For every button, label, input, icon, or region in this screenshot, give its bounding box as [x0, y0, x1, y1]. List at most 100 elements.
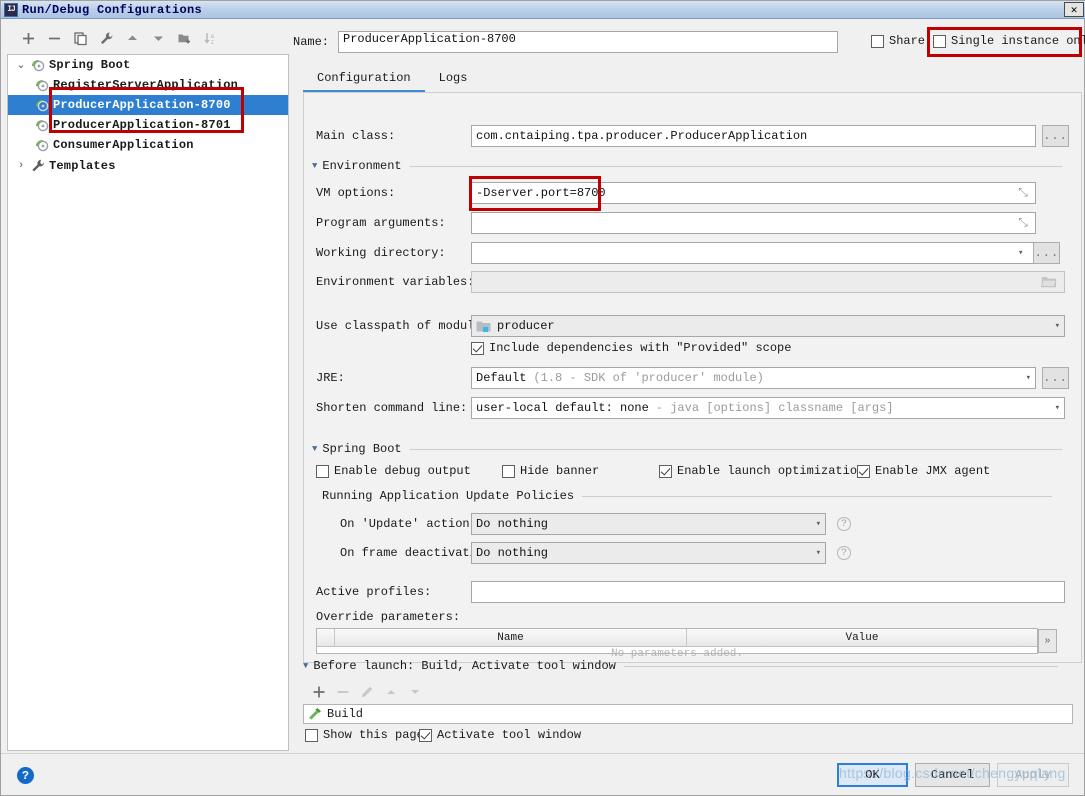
- program-arguments-expand-icon[interactable]: ⤡: [1014, 212, 1032, 234]
- tab-logs[interactable]: Logs: [425, 68, 482, 92]
- chevron-down-icon[interactable]: ▾: [1055, 403, 1060, 413]
- enable-debug-output-checkbox[interactable]: Enable debug output: [316, 464, 471, 478]
- show-this-page-checkbox[interactable]: Show this page: [305, 728, 424, 742]
- active-profiles-label: Active profiles:: [316, 585, 432, 599]
- override-parameters-table[interactable]: Name Value No parameters added. »: [316, 628, 1057, 660]
- include-provided-scope-checkbox[interactable]: Include dependencies with "Provided" sco…: [471, 341, 791, 355]
- vm-options-expand-icon[interactable]: ⤡: [1014, 182, 1032, 204]
- chevron-down-icon[interactable]: ▼: [312, 161, 317, 171]
- triangle-up-icon[interactable]: [119, 26, 145, 50]
- checkbox-box[interactable]: [659, 464, 672, 478]
- spring-boot-section-title: Spring Boot: [322, 442, 402, 456]
- folder-add-icon[interactable]: [171, 26, 197, 50]
- program-arguments-row: Program arguments: ⤡: [316, 212, 1036, 234]
- checkbox-box[interactable]: [419, 728, 432, 742]
- override-parameters-label: Override parameters:: [316, 610, 461, 624]
- chevron-down-icon[interactable]: ▾: [816, 548, 821, 558]
- enable-launch-optimization-label: Enable launch optimization: [677, 464, 865, 478]
- share-checkbox[interactable]: Share: [871, 34, 925, 48]
- tree-item-producerapplication-8701[interactable]: ProducerApplication-8701: [8, 115, 288, 135]
- tree-item-registerserverapplication[interactable]: RegisterServerApplication: [8, 75, 288, 95]
- add-configuration-button[interactable]: [15, 26, 41, 50]
- checkbox-box[interactable]: [871, 34, 884, 48]
- single-instance-only-label: Single instance only: [951, 34, 1085, 48]
- name-input[interactable]: ProducerApplication-8700: [338, 31, 838, 53]
- editor-tabs: Configuration Logs: [303, 67, 1082, 93]
- vm-options-input[interactable]: -Dserver.port=8700: [471, 182, 1036, 204]
- pencil-icon: [355, 681, 379, 703]
- tree-group-templates[interactable]: › Templates: [8, 156, 288, 176]
- on-update-action-help-icon[interactable]: ?: [837, 517, 851, 531]
- chevron-down-icon[interactable]: ▼: [303, 661, 308, 671]
- jre-browse-button[interactable]: ...: [1042, 367, 1069, 389]
- triangle-down-icon[interactable]: [145, 26, 171, 50]
- shorten-command-line-value: user-local default: none: [476, 401, 649, 415]
- on-frame-deactivation-help-icon[interactable]: ?: [837, 546, 851, 560]
- close-icon[interactable]: ✕: [1064, 2, 1084, 17]
- chevron-down-icon[interactable]: ▾: [1055, 321, 1060, 331]
- configurations-tree[interactable]: ⌄ Spring Boot RegisterServerApplication …: [7, 54, 289, 751]
- help-icon[interactable]: ?: [17, 767, 34, 784]
- before-launch-task-list[interactable]: Build: [303, 704, 1073, 724]
- section-divider: [582, 495, 1052, 497]
- wrench-icon[interactable]: [93, 26, 119, 50]
- chevron-down-icon[interactable]: ▾: [816, 519, 821, 529]
- spring-boot-section-header: ▼ Spring Boot: [312, 442, 1072, 456]
- jre-hint: (1.8 - SDK of 'producer' module): [533, 371, 764, 385]
- before-launch-section-title: Before launch: Build, Activate tool wind…: [313, 659, 616, 673]
- cancel-button[interactable]: Cancel: [915, 763, 990, 787]
- enable-launch-optimization-checkbox[interactable]: Enable launch optimization: [659, 464, 864, 478]
- program-arguments-label: Program arguments:: [316, 216, 446, 230]
- configuration-editor: Name: ProducerApplication-8700 Share Sin…: [293, 23, 1085, 753]
- tree-group-spring-boot[interactable]: ⌄ Spring Boot: [8, 55, 288, 75]
- enable-debug-output-label: Enable debug output: [334, 464, 471, 478]
- vm-options-label: VM options:: [316, 186, 396, 200]
- checkbox-box[interactable]: [305, 728, 318, 742]
- folder-icon[interactable]: [1041, 275, 1057, 289]
- checkbox-box[interactable]: [502, 464, 515, 478]
- checkbox-box[interactable]: [316, 464, 329, 478]
- sort-az-icon[interactable]: a z: [197, 26, 223, 50]
- tree-item-consumerapplication[interactable]: ConsumerApplication: [8, 135, 288, 155]
- override-parameters-value-header[interactable]: Value: [687, 629, 1037, 646]
- on-update-action-select[interactable]: Do nothing ▾: [471, 513, 826, 535]
- hide-banner-checkbox[interactable]: Hide banner: [502, 464, 599, 478]
- vm-options-row: VM options: -Dserver.port=8700 ⤡: [316, 182, 1036, 204]
- main-class-input[interactable]: com.cntaiping.tpa.producer.ProducerAppli…: [471, 125, 1036, 147]
- chevron-down-icon[interactable]: ▾: [1018, 248, 1023, 258]
- checkbox-box[interactable]: [857, 464, 870, 478]
- configurations-sidebar: a z ⌄ Spring Boot RegisterServerApplicat…: [5, 23, 290, 753]
- chevron-right-icon[interactable]: ›: [12, 160, 30, 172]
- chevron-down-icon[interactable]: ▾: [1026, 373, 1031, 383]
- working-directory-browse-button[interactable]: ...: [1033, 242, 1061, 264]
- active-profiles-input[interactable]: [471, 581, 1065, 603]
- before-launch-section-header: ▼ Before launch: Build, Activate tool wi…: [303, 659, 1068, 673]
- override-parameters-name-header[interactable]: Name: [335, 629, 687, 646]
- tab-configuration[interactable]: Configuration: [303, 68, 425, 92]
- copy-icon[interactable]: [67, 26, 93, 50]
- working-directory-input[interactable]: [471, 242, 1036, 264]
- checkbox-box[interactable]: [471, 341, 484, 355]
- hammer-icon: [308, 707, 322, 721]
- jre-select[interactable]: Default (1.8 - SDK of 'producer' module)…: [471, 367, 1036, 389]
- tree-item-producerapplication-8700[interactable]: ProducerApplication-8700: [8, 95, 288, 115]
- chevron-down-icon[interactable]: ▼: [312, 444, 317, 454]
- program-arguments-input[interactable]: [471, 212, 1036, 234]
- chevron-down-icon[interactable]: ⌄: [12, 58, 30, 72]
- remove-configuration-button[interactable]: [41, 26, 67, 50]
- shorten-command-line-row: Shorten command line: user-local default…: [316, 397, 1065, 419]
- override-parameters-expand-button[interactable]: »: [1038, 629, 1057, 653]
- ok-button[interactable]: OK: [837, 763, 908, 787]
- checkbox-box[interactable]: [933, 34, 946, 48]
- add-task-button[interactable]: [307, 681, 331, 703]
- enable-jmx-agent-checkbox[interactable]: Enable JMX agent: [857, 464, 990, 478]
- main-class-browse-button[interactable]: ...: [1042, 125, 1069, 147]
- environment-variables-input[interactable]: [471, 271, 1065, 293]
- shorten-command-line-select[interactable]: user-local default: none - java [options…: [471, 397, 1065, 419]
- run-debug-configurations-dialog: IJ Run/Debug Configurations ✕ a z ⌄ Spri…: [0, 0, 1085, 796]
- activate-tool-window-checkbox[interactable]: Activate tool window: [419, 728, 581, 742]
- on-frame-deactivation-select[interactable]: Do nothing ▾: [471, 542, 826, 564]
- tree-item-label: ProducerApplication-8700: [53, 98, 231, 112]
- classpath-module-select[interactable]: producer ▾: [471, 315, 1065, 337]
- single-instance-only-checkbox[interactable]: Single instance only: [933, 34, 1085, 48]
